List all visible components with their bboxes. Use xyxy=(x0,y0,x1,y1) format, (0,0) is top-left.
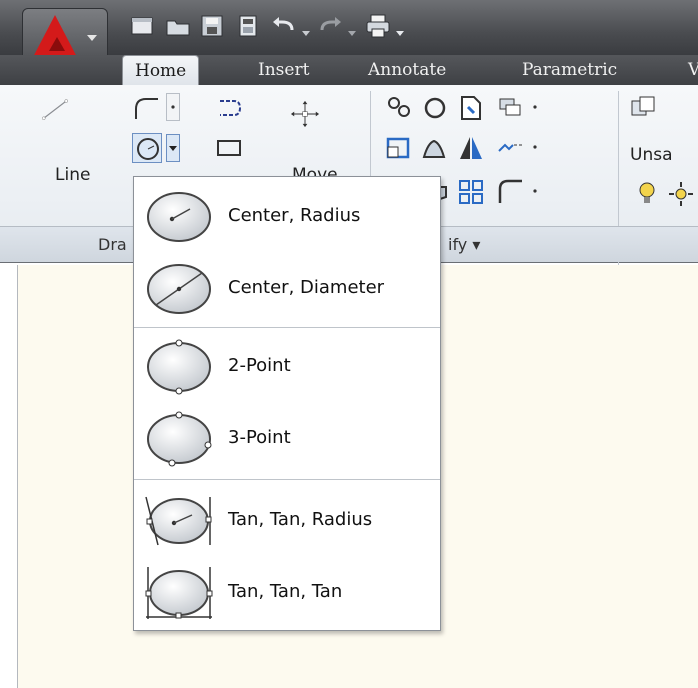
autocad-window: Home Insert Annotate Parametric V Line M… xyxy=(0,0,698,688)
rectangle-icon[interactable] xyxy=(214,133,244,163)
tab-view[interactable]: V xyxy=(676,55,698,85)
break-icon[interactable] xyxy=(496,133,526,163)
quick-access-toolbar xyxy=(120,12,550,40)
mirror-icon[interactable] xyxy=(456,133,486,163)
line-tool-label[interactable]: Line xyxy=(55,165,90,185)
sun-icon[interactable] xyxy=(666,179,696,209)
menu-item-center-diameter[interactable]: Center, Diameter xyxy=(134,255,440,323)
circle-2-point-icon xyxy=(142,337,216,397)
ribbon-tab-bar: Home Insert Annotate Parametric V xyxy=(0,55,698,85)
layer-properties-icon[interactable] xyxy=(496,93,526,123)
undo-icon[interactable] xyxy=(270,12,298,40)
move-tool-icon[interactable] xyxy=(290,99,354,159)
tab-insert[interactable]: Insert xyxy=(246,55,321,85)
trim-icon[interactable] xyxy=(456,93,486,123)
menu-item-3-point[interactable]: 3-Point xyxy=(134,405,440,473)
circle-3-point-icon xyxy=(142,409,216,469)
stretch-icon[interactable] xyxy=(384,133,414,163)
circle-center-diameter-icon xyxy=(142,259,216,319)
circle-dropdown-menu: Center, Radius Center, Diameter 2-Point … xyxy=(133,176,441,631)
copy-icon[interactable] xyxy=(384,93,414,123)
title-bar xyxy=(0,0,698,68)
polyline-icon[interactable] xyxy=(132,93,162,123)
lightbulb-icon[interactable] xyxy=(632,179,662,209)
menu-item-tan-tan-tan[interactable]: Tan, Tan, Tan xyxy=(134,559,440,627)
save-icon[interactable] xyxy=(198,12,226,40)
fillet-dropdown-icon[interactable] xyxy=(528,177,542,205)
redo-icon[interactable] xyxy=(316,12,344,40)
line-tool-icon[interactable] xyxy=(40,95,120,155)
layer-state-icon[interactable] xyxy=(628,93,658,123)
mirror-shape-icon[interactable] xyxy=(420,133,450,163)
arc-icon[interactable] xyxy=(214,93,244,123)
fillet-icon[interactable] xyxy=(496,177,526,207)
circle-tan-tan-tan-icon xyxy=(142,563,216,623)
plot-printer-icon[interactable] xyxy=(364,12,392,40)
tab-annotate[interactable]: Annotate xyxy=(356,55,458,85)
menu-item-center-radius[interactable]: Center, Radius xyxy=(134,183,440,251)
tab-parametric[interactable]: Parametric xyxy=(510,55,629,85)
open-folder-icon[interactable] xyxy=(164,12,192,40)
tab-home[interactable]: Home xyxy=(122,55,200,85)
circle-tan-tan-radius-icon xyxy=(142,491,216,551)
save-as-icon[interactable] xyxy=(234,12,262,40)
break-dropdown-icon[interactable] xyxy=(528,133,542,161)
menu-item-tan-tan-radius[interactable]: Tan, Tan, Radius xyxy=(134,487,440,555)
new-file-icon[interactable] xyxy=(128,12,156,40)
customize-toolbar-icon[interactable] xyxy=(396,22,404,36)
circle-center-radius-icon xyxy=(142,187,216,247)
left-margin xyxy=(0,265,18,688)
rotate-icon[interactable] xyxy=(420,93,450,123)
undo-dropdown-icon[interactable] xyxy=(302,22,310,36)
modify-panel-title[interactable]: ify ▾ xyxy=(448,235,480,254)
circle-dropdown-icon[interactable] xyxy=(166,134,180,162)
layer-name-field[interactable]: Unsa xyxy=(630,145,673,165)
circle-tool-icon[interactable] xyxy=(132,133,162,163)
layer-dropdown-icon[interactable] xyxy=(528,93,542,121)
redo-dropdown-icon[interactable] xyxy=(348,22,356,36)
menu-item-2-point[interactable]: 2-Point xyxy=(134,333,440,401)
polyline-dropdown-icon[interactable] xyxy=(166,93,180,121)
chevron-down-icon xyxy=(87,35,97,41)
draw-panel-title[interactable]: Dra xyxy=(98,235,127,254)
array-icon[interactable] xyxy=(456,177,486,207)
